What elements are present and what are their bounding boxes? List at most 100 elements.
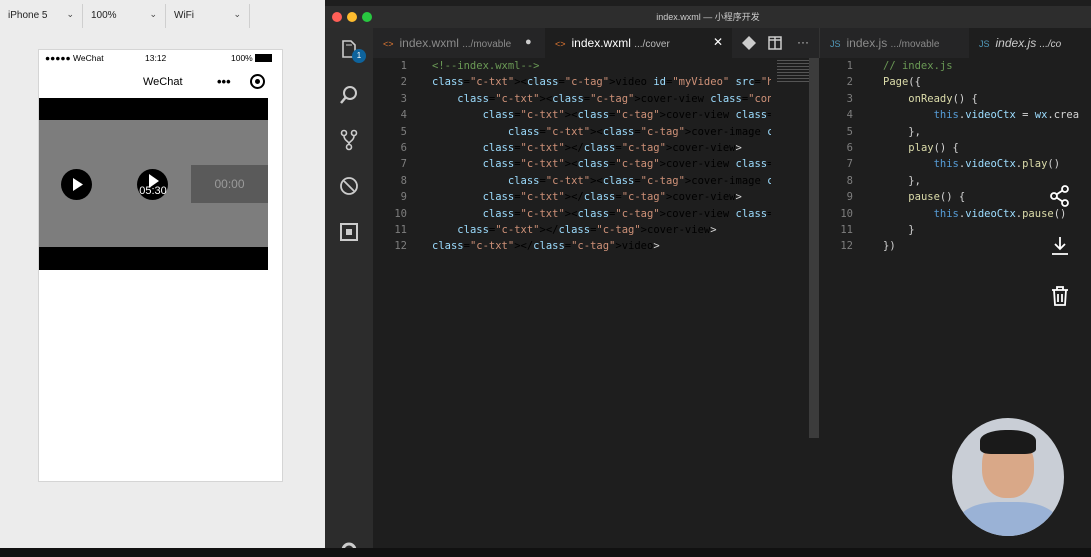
line-number: 2 — [846, 76, 853, 89]
line-number: 4 — [846, 109, 853, 122]
extensions-icon[interactable] — [337, 220, 361, 244]
code-line[interactable]: class="c-txt"><class="c-tag">cover-view … — [432, 156, 771, 172]
xml-file-icon: <> — [383, 39, 394, 49]
title-bar: index.wxml — 小程序开发 — [325, 6, 1091, 28]
video-frame: 05:30 00:00 — [39, 120, 268, 247]
code-line[interactable]: class="c-txt"></class="c-tag">cover-view… — [432, 189, 771, 205]
line-number: 3 — [400, 92, 407, 105]
line-numbers: 1 2 3 4 5 6 7 8 9 10 11 12 — [819, 58, 853, 255]
minimap-content — [777, 60, 811, 82]
tab-label: index.wxml — [399, 36, 459, 50]
js-file-icon: JS — [979, 39, 990, 49]
code-line[interactable]: onReady() { — [883, 91, 1079, 107]
code-line[interactable]: Page({ — [883, 74, 1079, 90]
vertical-scrollbar[interactable] — [809, 58, 819, 438]
debug-icon[interactable] — [337, 174, 361, 198]
line-number: 11 — [840, 224, 853, 237]
wxml-editor-pane[interactable]: 1 2 3 4 5 6 7 8 9 10 11 12 <!--index.wxml--> class="… — [373, 58, 771, 557]
more-menu-icon[interactable]: ••• — [217, 74, 231, 89]
line-number: 10 — [394, 207, 407, 220]
code-line[interactable]: class="c-txt"><class="c-tag">cover-view … — [432, 107, 771, 123]
code-line[interactable]: this.videoCtx.play() — [883, 156, 1079, 172]
line-number: 12 — [394, 240, 407, 253]
chevron-down-icon: ⌄ — [66, 9, 74, 19]
unsaved-dot-icon: ● — [525, 36, 532, 48]
search-icon[interactable] — [337, 83, 361, 107]
wxml-code[interactable]: <!--index.wxml--> class="c-txt"><class="c… — [432, 58, 771, 255]
line-number: 7 — [846, 158, 853, 171]
device-label: iPhone 5 — [8, 10, 48, 21]
line-number: 12 — [840, 240, 853, 253]
code-line[interactable]: // index.js — [883, 58, 1079, 74]
line-number: 6 — [846, 142, 853, 155]
line-number: 9 — [400, 191, 407, 204]
line-number: 11 — [394, 224, 407, 237]
presenter-hair — [980, 430, 1036, 454]
code-line[interactable]: class="c-txt"></class="c-tag">cover-view… — [432, 222, 771, 238]
line-number: 1 — [846, 60, 853, 72]
code-line[interactable]: class="c-txt"><class="c-tag">video id="m… — [432, 74, 771, 90]
line-number: 9 — [846, 191, 853, 204]
zoom-label: 100% — [91, 10, 117, 21]
split-editor-icon[interactable] — [767, 35, 783, 51]
play-icon — [73, 178, 83, 191]
more-actions-icon[interactable]: ··· — [797, 35, 809, 49]
status-time: 13:12 — [145, 53, 167, 63]
line-number: 5 — [846, 125, 853, 138]
pause-time-label: 05:30 — [139, 185, 167, 197]
video-player[interactable]: 05:30 00:00 — [39, 98, 268, 270]
line-number: 7 — [400, 158, 407, 171]
download-icon[interactable] — [1049, 235, 1071, 257]
network-select[interactable]: WiFi ⌄ — [166, 4, 250, 28]
bottom-strip — [0, 548, 1091, 557]
tab-index-js-movable[interactable]: JS index.js .../movable — [819, 28, 969, 58]
time-display: 00:00 — [191, 165, 268, 203]
git-compare-icon[interactable] — [741, 35, 757, 51]
code-line[interactable]: class="c-txt"></class="c-tag">cover-view… — [432, 140, 771, 156]
editor-tab-bar: <> index.wxml .../movable ● <> index.wxml … — [373, 28, 1091, 58]
close-window-button[interactable] — [332, 12, 342, 22]
tab-label: index.wxml — [571, 36, 631, 50]
close-tab-icon[interactable]: ✕ — [713, 35, 723, 49]
line-number: 6 — [400, 142, 407, 155]
changes-badge: 1 — [352, 49, 366, 63]
code-line[interactable]: class="c-txt"><class="c-tag">cover-view … — [432, 206, 771, 222]
status-bar: ●●●●● WeChat 13:12 100% — [39, 50, 282, 66]
floating-actions — [1037, 180, 1083, 320]
tab-index-js-cover[interactable]: JS index.js .../co — [969, 28, 1091, 58]
code-line[interactable]: class="c-txt"><class="c-tag">cover-view … — [432, 91, 771, 107]
presenter-shirt — [958, 502, 1058, 536]
maximize-window-button[interactable] — [362, 12, 372, 22]
minimize-window-button[interactable] — [347, 12, 357, 22]
window-title: index.wxml — 小程序开发 — [656, 12, 760, 22]
code-line[interactable]: class="c-txt"><class="c-tag">cover-image… — [432, 173, 771, 189]
wechat-nav-bar: WeChat ••• — [39, 66, 282, 98]
tab-path: .../cover — [634, 39, 670, 50]
zoom-select[interactable]: 100% ⌄ — [83, 4, 166, 28]
chevron-down-icon: ⌄ — [233, 9, 241, 19]
tab-path: .../movable — [890, 39, 940, 50]
activity-bar: 1 — [325, 28, 373, 557]
line-number: 3 — [846, 92, 853, 105]
code-line[interactable]: class="c-txt"><class="c-tag">cover-image… — [432, 124, 771, 140]
code-line[interactable]: play() { — [883, 140, 1079, 156]
line-number: 5 — [400, 125, 407, 138]
code-line[interactable]: this.videoCtx = wx.crea — [883, 107, 1079, 123]
line-number: 2 — [400, 76, 407, 89]
code-line[interactable]: class="c-txt"></class="c-tag">video> — [432, 238, 771, 254]
chevron-down-icon: ⌄ — [149, 9, 157, 19]
code-line[interactable]: <!--index.wxml--> — [432, 58, 771, 74]
share-icon[interactable] — [1049, 185, 1071, 207]
source-control-icon[interactable] — [337, 128, 361, 152]
webcam-presenter-avatar — [952, 418, 1064, 536]
code-line[interactable]: }, — [883, 124, 1079, 140]
tab-path: .../movable — [462, 39, 512, 50]
device-select[interactable]: iPhone 5 ⌄ — [0, 4, 83, 28]
trash-icon[interactable] — [1049, 285, 1071, 307]
battery-level: 100% — [231, 53, 253, 63]
nav-title: WeChat — [143, 76, 183, 88]
play-button[interactable] — [61, 169, 92, 200]
tab-index-wxml-movable[interactable]: <> index.wxml .../movable ● — [373, 28, 545, 58]
tab-index-wxml-cover[interactable]: <> index.wxml .../cover ✕ — [545, 28, 732, 58]
close-capsule-icon[interactable] — [250, 74, 265, 89]
